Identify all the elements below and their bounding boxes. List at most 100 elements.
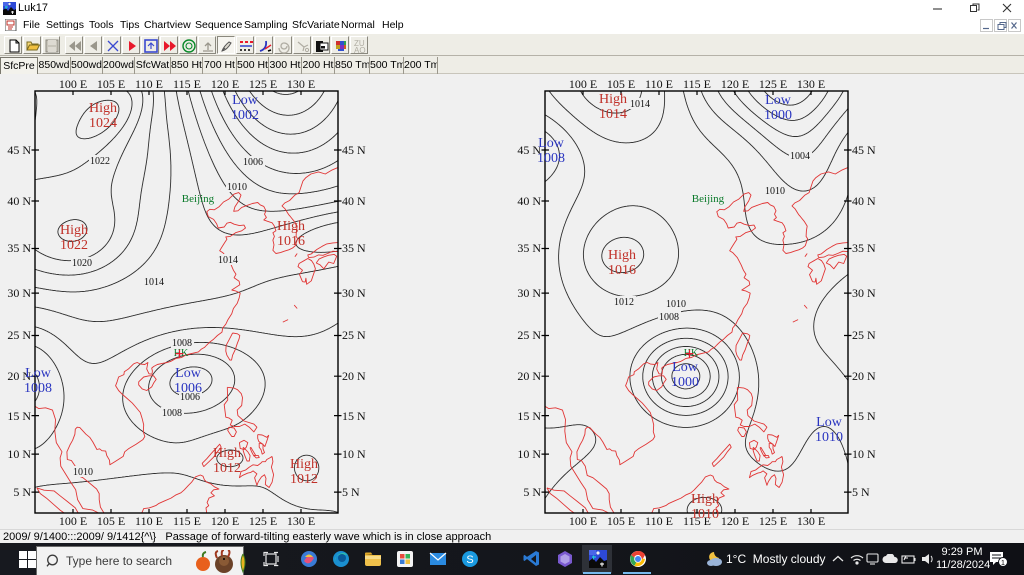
svg-text:1006: 1006	[174, 381, 202, 396]
svg-text:1010: 1010	[815, 430, 843, 445]
svg-text:1000: 1000	[764, 108, 792, 123]
svg-text:High: High	[691, 492, 719, 507]
svg-text:Low: Low	[232, 93, 259, 108]
svg-text:25 N: 25 N	[7, 328, 31, 342]
svg-text:Low: Low	[816, 415, 843, 430]
svg-text:25 N: 25 N	[342, 328, 366, 342]
svg-text:120 E: 120 E	[721, 514, 749, 528]
svg-text:1008: 1008	[659, 312, 679, 323]
svg-text:10 N: 10 N	[852, 447, 876, 461]
svg-text:1004: 1004	[790, 151, 810, 162]
svg-text:100 E: 100 E	[59, 514, 87, 528]
svg-text:5 N: 5 N	[342, 485, 360, 499]
svg-text:125 E: 125 E	[759, 77, 787, 91]
svg-text:High: High	[213, 446, 241, 461]
svg-text:1012: 1012	[290, 472, 318, 487]
svg-text:40 N: 40 N	[7, 194, 31, 208]
svg-text:120 E: 120 E	[211, 514, 239, 528]
svg-text:1000: 1000	[671, 375, 699, 390]
svg-text:25 N: 25 N	[852, 328, 876, 342]
svg-text:130 E: 130 E	[287, 77, 315, 91]
svg-text:1010: 1010	[666, 299, 686, 310]
svg-text:25 N: 25 N	[517, 328, 541, 342]
svg-text:Beijing: Beijing	[692, 193, 725, 205]
svg-text:1022: 1022	[60, 238, 88, 253]
svg-text:10 N: 10 N	[517, 447, 541, 461]
svg-text:10 N: 10 N	[7, 447, 31, 461]
svg-text:15 N: 15 N	[342, 409, 366, 423]
svg-text:1010: 1010	[227, 182, 247, 193]
svg-text:High: High	[89, 101, 117, 116]
svg-text:1016: 1016	[608, 263, 636, 278]
svg-text:AO: AO	[354, 46, 366, 54]
svg-text:125 E: 125 E	[249, 77, 277, 91]
svg-text:115 E: 115 E	[173, 514, 201, 528]
svg-text:40 N: 40 N	[342, 194, 366, 208]
svg-text:100 E: 100 E	[569, 77, 597, 91]
svg-text:5 N: 5 N	[13, 485, 31, 499]
svg-text:20 N: 20 N	[852, 369, 876, 383]
svg-text:1008: 1008	[537, 151, 565, 166]
svg-text:1002: 1002	[231, 108, 259, 123]
svg-text:High: High	[599, 92, 627, 107]
svg-text:35 N: 35 N	[342, 241, 366, 255]
svg-text:100 E: 100 E	[59, 77, 87, 91]
svg-text:110 E: 110 E	[645, 514, 673, 528]
svg-text:1008: 1008	[162, 408, 182, 419]
svg-text:15 N: 15 N	[517, 409, 541, 423]
svg-text:10 N: 10 N	[342, 447, 366, 461]
svg-text:1008: 1008	[24, 381, 52, 396]
svg-text:105 E: 105 E	[97, 77, 125, 91]
svg-text:Beijing: Beijing	[182, 193, 215, 205]
svg-text:40 N: 40 N	[852, 194, 876, 208]
svg-text:Low: Low	[538, 136, 565, 151]
svg-text:5 N: 5 N	[523, 485, 541, 499]
svg-text:30 N: 30 N	[852, 286, 876, 300]
svg-text:30 N: 30 N	[342, 286, 366, 300]
svg-text:105 E: 105 E	[607, 77, 635, 91]
svg-text:130 E: 130 E	[287, 514, 315, 528]
svg-text:45 N: 45 N	[7, 143, 31, 157]
svg-text:Low: Low	[765, 93, 792, 108]
svg-text:1010: 1010	[73, 467, 93, 478]
svg-text:130 E: 130 E	[797, 514, 825, 528]
svg-text:High: High	[277, 219, 305, 234]
svg-text:1014: 1014	[630, 99, 650, 110]
svg-text:1014: 1014	[218, 255, 238, 266]
svg-text:High: High	[290, 457, 318, 472]
svg-text:115 E: 115 E	[173, 77, 201, 91]
svg-text:35 N: 35 N	[517, 241, 541, 255]
svg-text:1012: 1012	[614, 297, 634, 308]
svg-text:S: S	[466, 554, 473, 566]
svg-text:15 N: 15 N	[852, 409, 876, 423]
svg-text:1014: 1014	[144, 277, 164, 288]
svg-text:110 E: 110 E	[645, 77, 673, 91]
svg-text:1014: 1014	[599, 107, 627, 122]
svg-text:115 E: 115 E	[683, 77, 711, 91]
svg-text:120 E: 120 E	[211, 77, 239, 91]
svg-text:30 N: 30 N	[7, 286, 31, 300]
svg-text:30 N: 30 N	[517, 286, 541, 300]
svg-text:1010: 1010	[691, 507, 719, 522]
svg-text:35 N: 35 N	[852, 241, 876, 255]
svg-text:1016: 1016	[277, 234, 305, 249]
svg-text:5 N: 5 N	[852, 485, 870, 499]
svg-text:1006: 1006	[243, 157, 263, 168]
svg-text:15 N: 15 N	[7, 409, 31, 423]
svg-text:High: High	[60, 223, 88, 238]
svg-text:110 E: 110 E	[135, 77, 163, 91]
svg-text:Low: Low	[175, 366, 202, 381]
svg-text:130 E: 130 E	[797, 77, 825, 91]
svg-text:20 N: 20 N	[517, 369, 541, 383]
svg-text:1022: 1022	[90, 156, 110, 167]
svg-text:45 N: 45 N	[342, 143, 366, 157]
svg-text:105 E: 105 E	[97, 514, 125, 528]
svg-text:110 E: 110 E	[135, 514, 163, 528]
svg-text:1024: 1024	[89, 116, 117, 131]
svg-text:Low: Low	[25, 366, 52, 381]
svg-text:20 N: 20 N	[342, 369, 366, 383]
svg-text:1: 1	[1001, 560, 1005, 567]
svg-text:125 E: 125 E	[759, 514, 787, 528]
svg-text:1010: 1010	[765, 186, 785, 197]
svg-text:100 E: 100 E	[569, 514, 597, 528]
